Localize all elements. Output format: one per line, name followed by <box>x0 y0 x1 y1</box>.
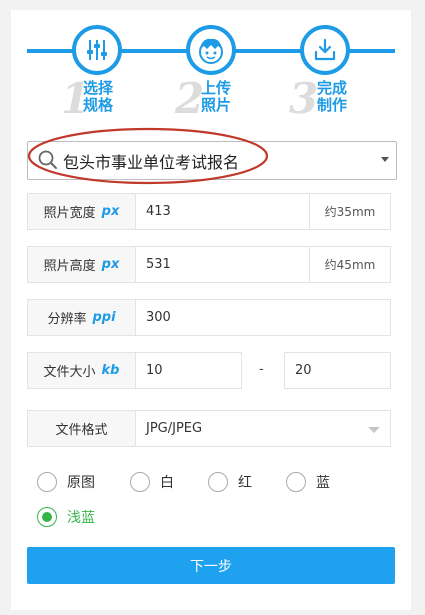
file-format-select[interactable]: JPG/JPEG <box>135 410 391 447</box>
step-2-circle <box>186 25 236 75</box>
photo-width-mm: 约35mm <box>309 193 391 230</box>
chevron-down-icon <box>368 427 380 433</box>
step-3-label: 完成 制作 <box>317 80 357 114</box>
bg-option-label: 浅蓝 <box>67 510 95 526</box>
bg-option-light-blue[interactable]: 浅蓝 <box>37 507 95 527</box>
file-size-max-input[interactable]: 20 <box>284 352 391 389</box>
chevron-down-icon <box>381 157 389 162</box>
file-size-range-dash: - <box>259 362 264 377</box>
photo-height-unit: px <box>101 257 120 272</box>
radio-circle <box>37 507 57 527</box>
photo-height-input[interactable]: 531 <box>135 246 310 283</box>
step-1-label: 选择 规格 <box>83 80 123 114</box>
file-size-label: 文件大小 kb <box>27 352 136 389</box>
bg-option-label: 红 <box>238 475 252 491</box>
person-face-icon <box>199 38 223 64</box>
radio-circle <box>208 472 228 492</box>
radio-circle <box>130 472 150 492</box>
file-format-value: JPG/JPEG <box>146 421 203 436</box>
file-size-label-text: 文件大小 <box>43 365 96 380</box>
photo-height-label: 照片高度 px <box>27 246 136 283</box>
resolution-input[interactable]: 300 <box>135 299 391 336</box>
step-2-number: 2 <box>175 74 205 123</box>
spec-form-card: 1 选择 规格 2 上传 照片 3 完成 制作 包头市事业单位考试报名 照片宽度… <box>11 10 411 610</box>
search-icon <box>38 150 57 169</box>
step-1-label-line2: 规格 <box>83 96 114 114</box>
spec-search-select[interactable]: 包头市事业单位考试报名 <box>27 141 397 180</box>
resolution-label-text: 分辨率 <box>47 312 87 327</box>
bg-option-white[interactable]: 白 <box>130 472 174 492</box>
spec-select-value: 包头市事业单位考试报名 <box>63 153 240 172</box>
bg-option-label: 蓝 <box>316 475 330 491</box>
step-1-label-line1: 选择 <box>83 79 114 97</box>
file-format-label: 文件格式 <box>27 410 136 447</box>
step-indicator: 1 选择 规格 2 上传 照片 3 完成 制作 <box>11 10 411 130</box>
step-3-label-line2: 制作 <box>317 96 348 114</box>
bg-option-label: 白 <box>160 475 174 491</box>
step-3-number: 3 <box>289 74 319 123</box>
photo-height-mm: 约45mm <box>309 246 391 283</box>
radio-circle <box>37 472 57 492</box>
radio-circle <box>286 472 306 492</box>
photo-width-label-text: 照片宽度 <box>43 206 96 221</box>
bg-option-original[interactable]: 原图 <box>37 472 95 492</box>
step-1-circle <box>72 25 122 75</box>
step-2-label: 上传 照片 <box>201 80 241 114</box>
resolution-label: 分辨率 ppi <box>27 299 136 336</box>
photo-width-label: 照片宽度 px <box>27 193 136 230</box>
bg-option-label: 原图 <box>67 475 95 491</box>
resolution-unit: ppi <box>92 310 116 325</box>
photo-width-input[interactable]: 413 <box>135 193 310 230</box>
photo-width-unit: px <box>101 204 120 219</box>
bg-option-red[interactable]: 红 <box>208 472 252 492</box>
step-3-label-line1: 完成 <box>317 79 348 97</box>
photo-height-label-text: 照片高度 <box>43 259 96 274</box>
file-size-min-input[interactable]: 10 <box>135 352 242 389</box>
next-step-button[interactable]: 下一步 <box>27 547 395 584</box>
step-2-label-line2: 照片 <box>201 96 232 114</box>
bg-option-blue[interactable]: 蓝 <box>286 472 330 492</box>
file-size-unit: kb <box>101 363 120 378</box>
sliders-icon <box>87 40 107 60</box>
step-2-label-line1: 上传 <box>201 79 232 97</box>
step-3-circle <box>300 25 350 75</box>
download-icon <box>314 38 336 61</box>
